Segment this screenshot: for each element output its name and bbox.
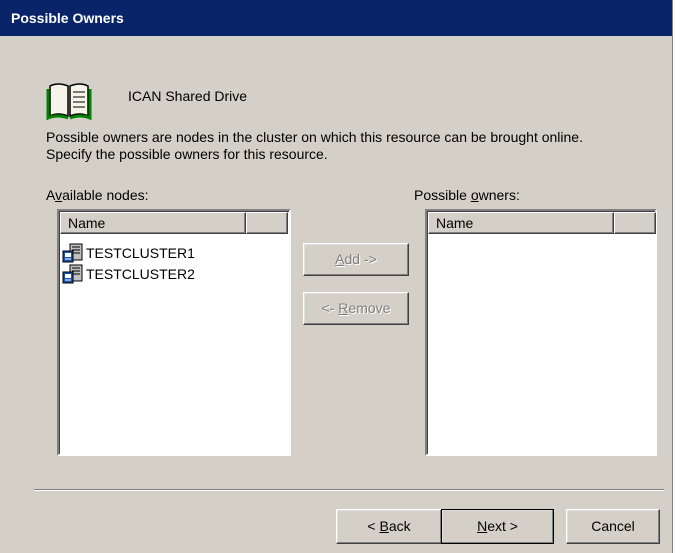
available-nodes-label: Available nodes: [46,187,149,203]
next-button[interactable]: Next > [441,509,554,544]
list-item[interactable]: TESTCLUSTER2 [62,263,195,284]
possible-owners-dialog: Possible Owners ICAN Shared Drive Possib… [0,0,673,553]
available-nodes-rows: TESTCLUSTER1 TESTCLUSTER2 [62,242,195,284]
dialog-title: Possible Owners [0,0,672,36]
possible-owners-column-header: Name [428,212,656,234]
list-item-label: TESTCLUSTER2 [86,265,195,282]
description-text: Possible owners are nodes in the cluster… [46,129,666,163]
extra-column-header[interactable] [246,212,288,234]
name-column-header[interactable]: Name [428,212,614,234]
available-nodes-column-header: Name [60,212,288,234]
book-resource-icon [46,83,92,120]
remove-button[interactable]: <- Remove [303,292,409,325]
separator-line [34,489,664,491]
back-button[interactable]: < Back [336,509,442,544]
description-line-1: Possible owners are nodes in the cluster… [46,129,583,145]
list-item-label: TESTCLUSTER1 [86,244,195,261]
resource-name: ICAN Shared Drive [128,88,248,104]
extra-column-header[interactable] [614,212,656,234]
possible-owners-list[interactable]: Name [425,209,657,456]
list-item[interactable]: TESTCLUSTER1 [62,242,195,263]
cancel-button[interactable]: Cancel [566,509,660,544]
name-column-header[interactable]: Name [60,212,246,234]
description-line-2: Specify the possible owners for this res… [46,146,328,162]
cluster-node-icon [62,243,83,262]
cluster-node-icon [62,264,83,283]
available-nodes-list[interactable]: Name TESTCLUSTER1 TESTCLUSTER2 [57,209,291,456]
add-button[interactable]: Add -> [303,243,409,276]
possible-owners-label: Possible owners: [414,187,520,203]
